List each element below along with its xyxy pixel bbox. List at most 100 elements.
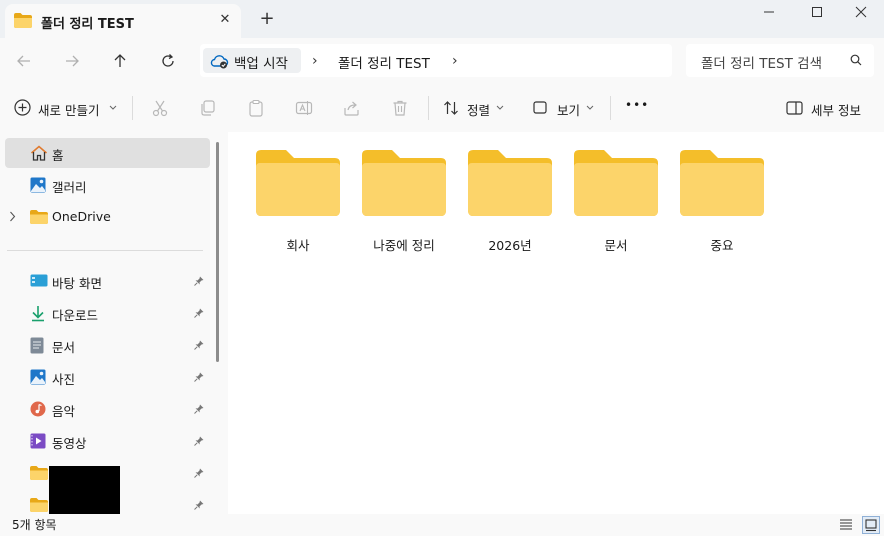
- tab-current-folder[interactable]: 폴더 정리 TEST ✕: [5, 4, 241, 38]
- cloud-sync-icon: [209, 53, 229, 73]
- pin-icon[interactable]: [194, 275, 204, 290]
- arrow-left-icon: [17, 55, 30, 67]
- new-button[interactable]: 새로 만들기: [8, 84, 120, 132]
- sort-button-label: 정렬: [467, 103, 491, 118]
- breadcrumb-separator-icon[interactable]: ›: [312, 53, 318, 69]
- folder-icon: [362, 150, 446, 216]
- rename-button[interactable]: [292, 84, 316, 132]
- navigation-pane: 홈 갤러리 OneDrive 바탕 화면 다운로드 문서 사진 음악 동영상: [0, 132, 228, 514]
- paste-button[interactable]: [244, 84, 268, 132]
- breadcrumb-backup-start[interactable]: 백업 시작: [203, 48, 301, 73]
- download-icon: [30, 305, 46, 326]
- folder-name: 문서: [604, 238, 628, 253]
- home-icon: [30, 145, 48, 165]
- status-bar: 5개 항목: [0, 514, 884, 536]
- sidebar-item-desktop[interactable]: 바탕 화면: [5, 266, 210, 296]
- folder-item[interactable]: 회사: [248, 150, 348, 260]
- folder-icon: [30, 466, 48, 484]
- details-pane-button[interactable]: 세부 정보: [784, 84, 874, 132]
- up-button[interactable]: [107, 48, 133, 74]
- gallery-icon: [30, 177, 46, 197]
- folder-item[interactable]: 2026년: [460, 150, 560, 260]
- large-icons-view-button[interactable]: [862, 516, 880, 534]
- delete-button[interactable]: [388, 84, 412, 132]
- title-bar: 폴더 정리 TEST ✕ +: [0, 0, 884, 38]
- share-button[interactable]: [340, 84, 364, 132]
- sidebar-scrollbar[interactable]: [216, 142, 219, 362]
- address-bar[interactable]: 백업 시작 › 폴더 정리 TEST ›: [200, 44, 672, 77]
- sidebar-item-gallery[interactable]: 갤러리: [5, 170, 210, 200]
- tab-close-button[interactable]: ✕: [215, 10, 235, 30]
- details-view-button[interactable]: [838, 516, 856, 534]
- copy-icon: [201, 100, 215, 116]
- search-input[interactable]: 폴더 정리 TEST 검색: [701, 52, 822, 72]
- toolbar-divider: [428, 96, 429, 120]
- minimize-icon: [764, 11, 774, 13]
- pin-icon[interactable]: [194, 371, 204, 386]
- sidebar-item-home[interactable]: 홈: [5, 138, 210, 168]
- sidebar-item-pictures[interactable]: 사진: [5, 362, 210, 392]
- breadcrumb-label: 백업 시작: [234, 56, 288, 72]
- close-window-button[interactable]: [838, 0, 884, 24]
- chevron-down-icon: [109, 105, 117, 110]
- sort-icon: [444, 101, 458, 115]
- chevron-right-icon[interactable]: [9, 211, 16, 226]
- new-tab-button[interactable]: +: [256, 8, 278, 30]
- sidebar-item-label: 바탕 화면: [52, 276, 102, 291]
- scissors-icon: [152, 100, 168, 117]
- maximize-button[interactable]: [794, 0, 840, 24]
- folder-name: 2026년: [488, 238, 532, 253]
- pin-icon[interactable]: [194, 403, 204, 418]
- pin-icon[interactable]: [194, 467, 204, 482]
- pin-icon[interactable]: [194, 307, 204, 322]
- pin-icon[interactable]: [194, 339, 204, 354]
- sidebar-item-music[interactable]: 음악: [5, 394, 210, 424]
- sidebar-item-videos[interactable]: 동영상: [5, 426, 210, 456]
- folder-icon: [30, 210, 48, 228]
- toolbar-divider: [610, 96, 611, 120]
- pin-icon[interactable]: [194, 499, 204, 514]
- more-options-button[interactable]: •••: [620, 84, 648, 132]
- new-button-label: 새로 만들기: [38, 103, 100, 118]
- rename-icon: [295, 101, 313, 115]
- folder-icon: [14, 13, 32, 32]
- forward-button[interactable]: [59, 48, 85, 74]
- view-button[interactable]: 보기: [530, 84, 598, 132]
- sidebar-item-documents[interactable]: 문서: [5, 330, 210, 360]
- sidebar-item-downloads[interactable]: 다운로드: [5, 298, 210, 328]
- search-box[interactable]: 폴더 정리 TEST 검색: [686, 44, 874, 77]
- chevron-down-icon: [586, 105, 594, 110]
- minimize-button[interactable]: [746, 0, 792, 24]
- folder-icon: [468, 150, 552, 216]
- share-icon: [344, 101, 359, 116]
- sidebar-item-label: 갤러리: [52, 180, 87, 195]
- folder-item[interactable]: 중요: [672, 150, 772, 260]
- file-list: 회사 나중에 정리 2026년 문서 중요: [228, 132, 884, 514]
- copy-button[interactable]: [196, 84, 220, 132]
- cut-button[interactable]: [148, 84, 172, 132]
- pin-icon[interactable]: [194, 435, 204, 450]
- refresh-button[interactable]: [155, 48, 181, 74]
- sidebar-item-label: 음악: [52, 404, 76, 419]
- pictures-icon: [30, 369, 46, 389]
- sidebar-item-label: 다운로드: [52, 308, 99, 323]
- document-icon: [30, 337, 44, 358]
- tiles-view-icon: [862, 516, 880, 534]
- clipboard-icon: [249, 99, 263, 117]
- back-button[interactable]: [11, 48, 37, 74]
- toolbar-divider: [132, 96, 133, 120]
- details-pane-icon: [786, 101, 803, 115]
- folder-icon: [680, 150, 764, 216]
- folder-item[interactable]: 문서: [566, 150, 666, 260]
- sidebar-item-onedrive[interactable]: OneDrive: [5, 202, 210, 232]
- breadcrumb-separator-icon[interactable]: ›: [452, 53, 458, 69]
- folder-icon: [574, 150, 658, 216]
- chevron-down-icon: [496, 105, 504, 110]
- folder-item[interactable]: 나중에 정리: [354, 150, 454, 260]
- folder-name: 회사: [286, 238, 310, 253]
- breadcrumb-current-folder[interactable]: 폴더 정리 TEST: [338, 52, 430, 72]
- plus-circle-icon: [14, 99, 31, 116]
- close-icon: [855, 6, 867, 18]
- sort-button[interactable]: 정렬: [440, 84, 508, 132]
- command-bar: 새로 만들기 정렬 보기 ••• 세부 정보: [0, 84, 884, 133]
